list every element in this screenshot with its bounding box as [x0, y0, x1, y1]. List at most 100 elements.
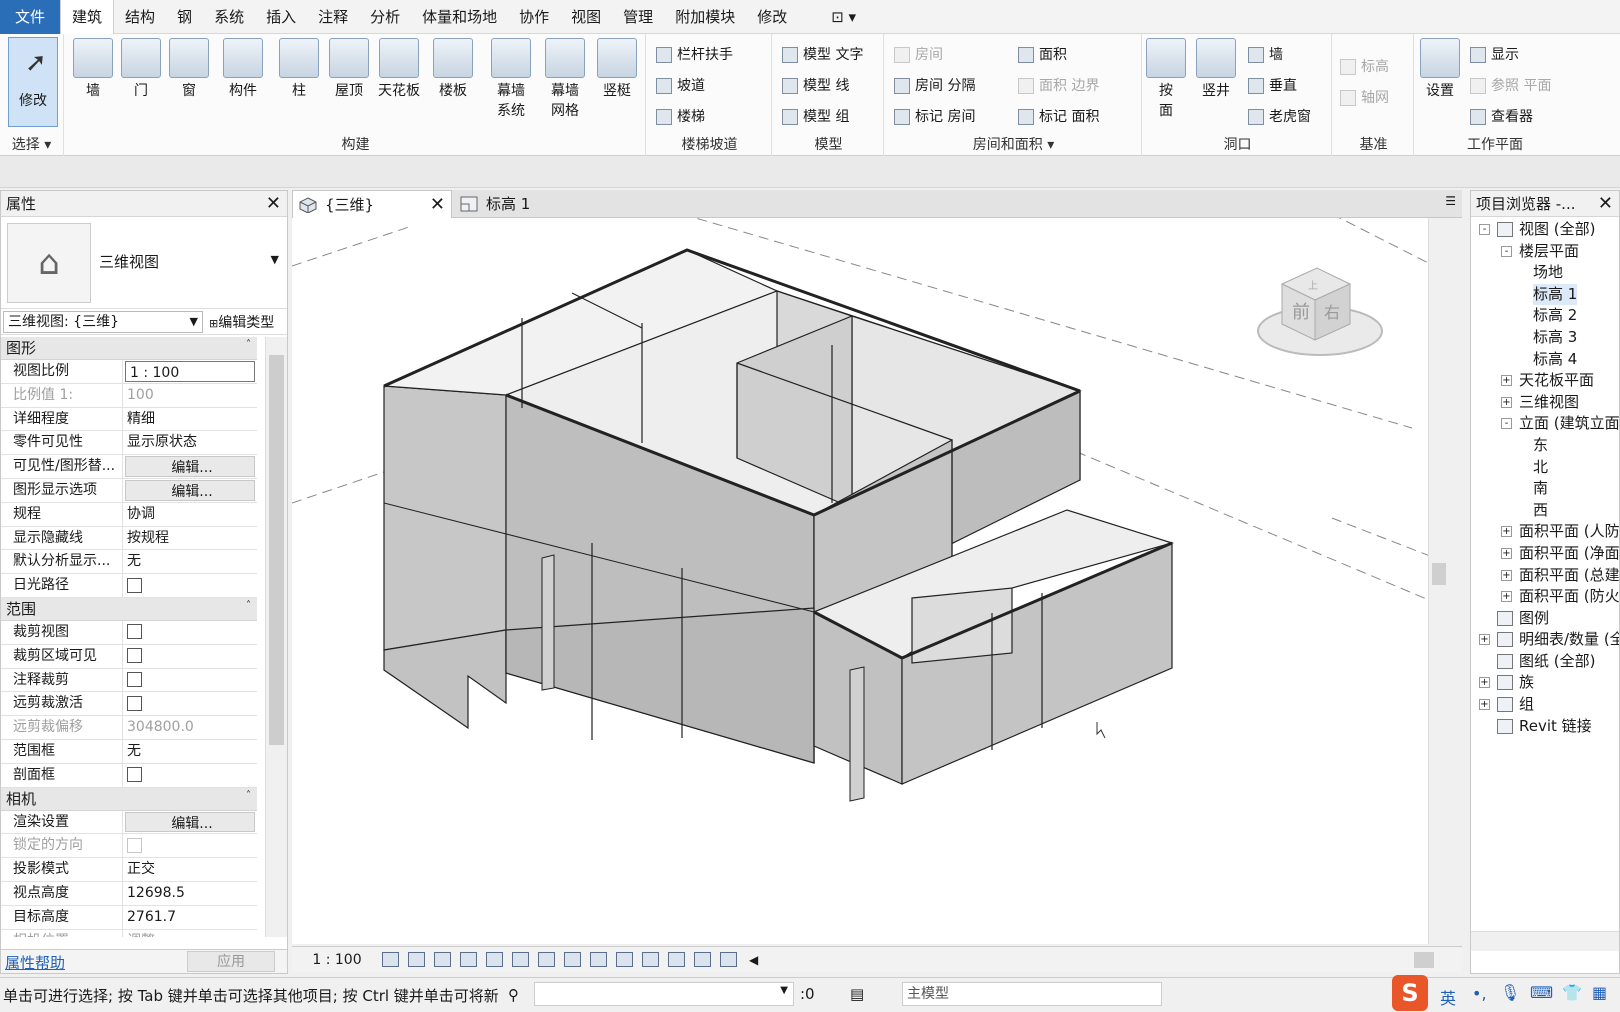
chevron-left-icon[interactable]: ◀	[749, 953, 758, 967]
menu-item-3[interactable]: 钢	[166, 0, 203, 34]
menu-item-2[interactable]: 结构	[114, 0, 166, 34]
expand-icon[interactable]: +	[1479, 634, 1490, 646]
browser-hscrollbar[interactable]	[1471, 931, 1619, 951]
stairs-tool-0[interactable]: 栏杆扶手	[656, 42, 733, 68]
model-tool-2[interactable]: 模型 组	[782, 104, 849, 130]
highlight-icon[interactable]	[668, 952, 685, 967]
room-tool-3[interactable]: 面积	[1018, 42, 1067, 68]
keyboard-icon[interactable]: ⌨	[1530, 983, 1553, 1002]
apply-button[interactable]: 应用	[187, 951, 275, 972]
wp-button-0[interactable]: 设置	[1418, 38, 1462, 101]
property-value[interactable]: 按规程	[123, 527, 257, 550]
open-button-1[interactable]: 竖井	[1194, 38, 1238, 101]
property-value[interactable]: 精细	[123, 408, 257, 431]
collapse-icon[interactable]: ˄	[246, 337, 251, 356]
checkbox[interactable]	[127, 695, 142, 711]
property-value[interactable]: 无	[123, 740, 257, 763]
punctuation-icon[interactable]: •,	[1472, 984, 1487, 1003]
open-tool-4[interactable]: 老虎窗	[1248, 104, 1311, 130]
section-header[interactable]: 范围 ˄	[1, 597, 257, 621]
section-header[interactable]: 图形 ˄	[1, 337, 257, 360]
browser-node[interactable]: + 族	[1471, 672, 1619, 694]
room-tool-5[interactable]: 标记 面积	[1018, 104, 1099, 130]
browser-node[interactable]: 标高 1	[1471, 283, 1619, 306]
expand-icon[interactable]: +	[1501, 591, 1512, 603]
filter-icon[interactable]: ▤	[850, 985, 864, 1003]
room-tool-0[interactable]: 房间	[894, 42, 943, 68]
tab-level-1[interactable]: 标高 1	[454, 190, 574, 218]
room-tool-2[interactable]: 标记 房间	[894, 104, 975, 130]
design-option-select[interactable]: 主模型	[902, 982, 1162, 1006]
tab-menu-icon[interactable]: ☰	[1445, 194, 1456, 208]
3d-viewport[interactable]: 前 右 上	[292, 218, 1448, 944]
model-tool-0[interactable]: 模型 文字	[782, 42, 863, 68]
browser-node[interactable]: - 楼层平面	[1471, 241, 1619, 263]
browser-node[interactable]: 场地	[1471, 262, 1619, 284]
properties-help-link[interactable]: 属性帮助	[5, 952, 65, 973]
expand-icon[interactable]: +	[1479, 699, 1490, 711]
ime-language[interactable]: 英	[1440, 985, 1456, 1009]
edit-type-button[interactable]: ⊞编辑类型	[203, 312, 287, 332]
browser-node[interactable]: Revit 链接	[1471, 716, 1619, 738]
wp-tool-2[interactable]: 参照 平面	[1470, 73, 1551, 99]
browser-node[interactable]: + 面积平面 (净面积)	[1471, 543, 1619, 565]
property-value[interactable]: 无	[123, 550, 257, 573]
checkbox[interactable]	[127, 767, 142, 783]
browser-node[interactable]: 图纸 (全部)	[1471, 651, 1619, 673]
menu-item-4[interactable]: 系统	[203, 0, 255, 34]
checkbox[interactable]	[127, 577, 142, 593]
expand-icon[interactable]: +	[1501, 547, 1512, 559]
analysis-icon[interactable]	[642, 952, 659, 967]
datum-tool-1[interactable]: 轴网	[1340, 85, 1389, 111]
build-button-1[interactable]: 门	[114, 38, 168, 101]
property-value[interactable]: 协调	[123, 503, 257, 526]
grid-icon[interactable]	[382, 952, 399, 967]
modify-button[interactable]: ➚ 修改	[8, 37, 58, 127]
browser-node[interactable]: + 面积平面 (人防分区面积)	[1471, 521, 1619, 543]
hide-icon[interactable]	[590, 952, 607, 967]
close-icon[interactable]: ✕	[430, 191, 445, 219]
build-button-2[interactable]: 窗	[162, 38, 216, 101]
temp-props-icon[interactable]	[616, 952, 633, 967]
constraint-icon[interactable]	[694, 952, 711, 967]
lock-3d-icon[interactable]	[564, 952, 581, 967]
menu-item-11[interactable]: 管理	[612, 0, 664, 34]
build-button-8[interactable]: 幕墙 系统	[484, 38, 538, 121]
browser-node[interactable]: 图例	[1471, 608, 1619, 630]
close-icon[interactable]: ✕	[1598, 191, 1613, 217]
toolbox-icon[interactable]: ▦	[1592, 983, 1607, 1002]
checkbox[interactable]	[127, 672, 142, 688]
menu-item-10[interactable]: 视图	[560, 0, 612, 34]
browser-node[interactable]: - 立面 (建筑立面)	[1471, 413, 1619, 435]
browser-node[interactable]: + 三维视图	[1471, 392, 1619, 414]
stairs-tool-2[interactable]: 楼梯	[656, 104, 705, 130]
expand-icon[interactable]: +	[1479, 677, 1490, 689]
browser-node[interactable]: 标高 4	[1471, 349, 1619, 371]
expand-icon[interactable]: +	[1501, 375, 1512, 387]
type-selector[interactable]: ⌂ 三维视图 ▼	[1, 217, 287, 309]
properties-scrollbar[interactable]	[265, 337, 287, 937]
browser-node[interactable]: 标高 3	[1471, 327, 1619, 349]
build-button-5[interactable]: 屋顶	[322, 38, 376, 101]
browser-node[interactable]: 东	[1471, 435, 1619, 457]
checkbox[interactable]	[127, 648, 142, 664]
browser-node[interactable]: + 天花板平面	[1471, 370, 1619, 392]
browser-node[interactable]: + 面积平面 (防火分区面积)	[1471, 586, 1619, 608]
open-tool-2[interactable]: 墙	[1248, 42, 1283, 68]
build-button-10[interactable]: 竖梃	[590, 38, 644, 101]
scroll-thumb[interactable]	[1432, 563, 1446, 585]
wp-tool-1[interactable]: 显示	[1470, 42, 1519, 68]
datum-tool-0[interactable]: 标高	[1340, 54, 1389, 80]
property-value[interactable]: 编辑...	[125, 456, 255, 477]
browser-node[interactable]: - 视图 (全部)	[1471, 219, 1619, 241]
property-value[interactable]: 编辑...	[125, 811, 255, 833]
crop-region-icon[interactable]	[538, 952, 555, 967]
viewport-scrollbar[interactable]	[1428, 218, 1448, 944]
build-button-3[interactable]: 构件	[216, 38, 270, 101]
collapse-icon[interactable]: -	[1479, 224, 1490, 235]
expand-icon[interactable]: +	[1501, 526, 1512, 538]
model-tool-1[interactable]: 模型 线	[782, 73, 849, 99]
browser-node[interactable]: 西	[1471, 500, 1619, 522]
menu-item-9[interactable]: 协作	[508, 0, 560, 34]
menu-item-0[interactable]: 文件	[0, 0, 61, 34]
